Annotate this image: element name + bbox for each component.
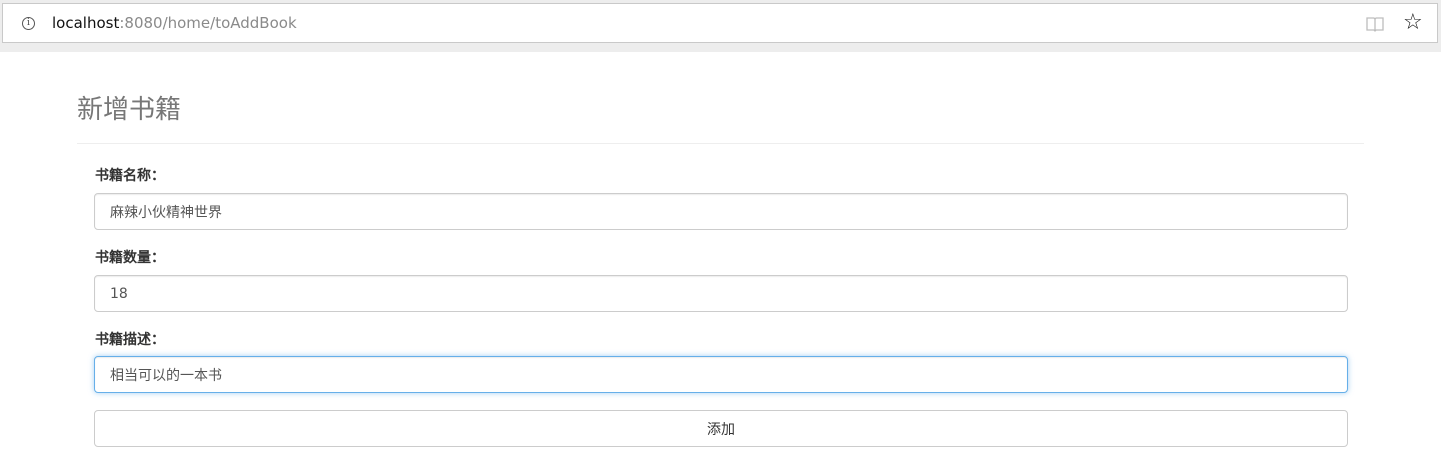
book-description-label: 书籍描述：	[95, 332, 165, 348]
url-text[interactable]: localhost:8080/home/toAddBook	[52, 12, 297, 34]
add-button[interactable]: 添加	[94, 410, 1348, 447]
book-name-label: 书籍名称：	[95, 168, 165, 184]
reader-view-icon[interactable]	[1365, 15, 1385, 33]
info-icon[interactable]: i	[22, 17, 35, 30]
address-bar[interactable]: i localhost:8080/home/toAddBook ☆	[2, 3, 1438, 43]
book-description-input[interactable]	[94, 356, 1348, 393]
book-name-input[interactable]	[94, 193, 1348, 230]
browser-toolbar: i localhost:8080/home/toAddBook ☆	[0, 0, 1441, 52]
url-host: localhost	[52, 14, 120, 32]
book-count-input[interactable]	[94, 275, 1348, 312]
book-count-label: 书籍数量：	[95, 250, 165, 266]
url-path: :8080/home/toAddBook	[119, 14, 297, 32]
bookmark-star-icon[interactable]: ☆	[1403, 10, 1423, 36]
page-title: 新增书籍	[77, 95, 182, 125]
title-divider	[77, 143, 1364, 144]
